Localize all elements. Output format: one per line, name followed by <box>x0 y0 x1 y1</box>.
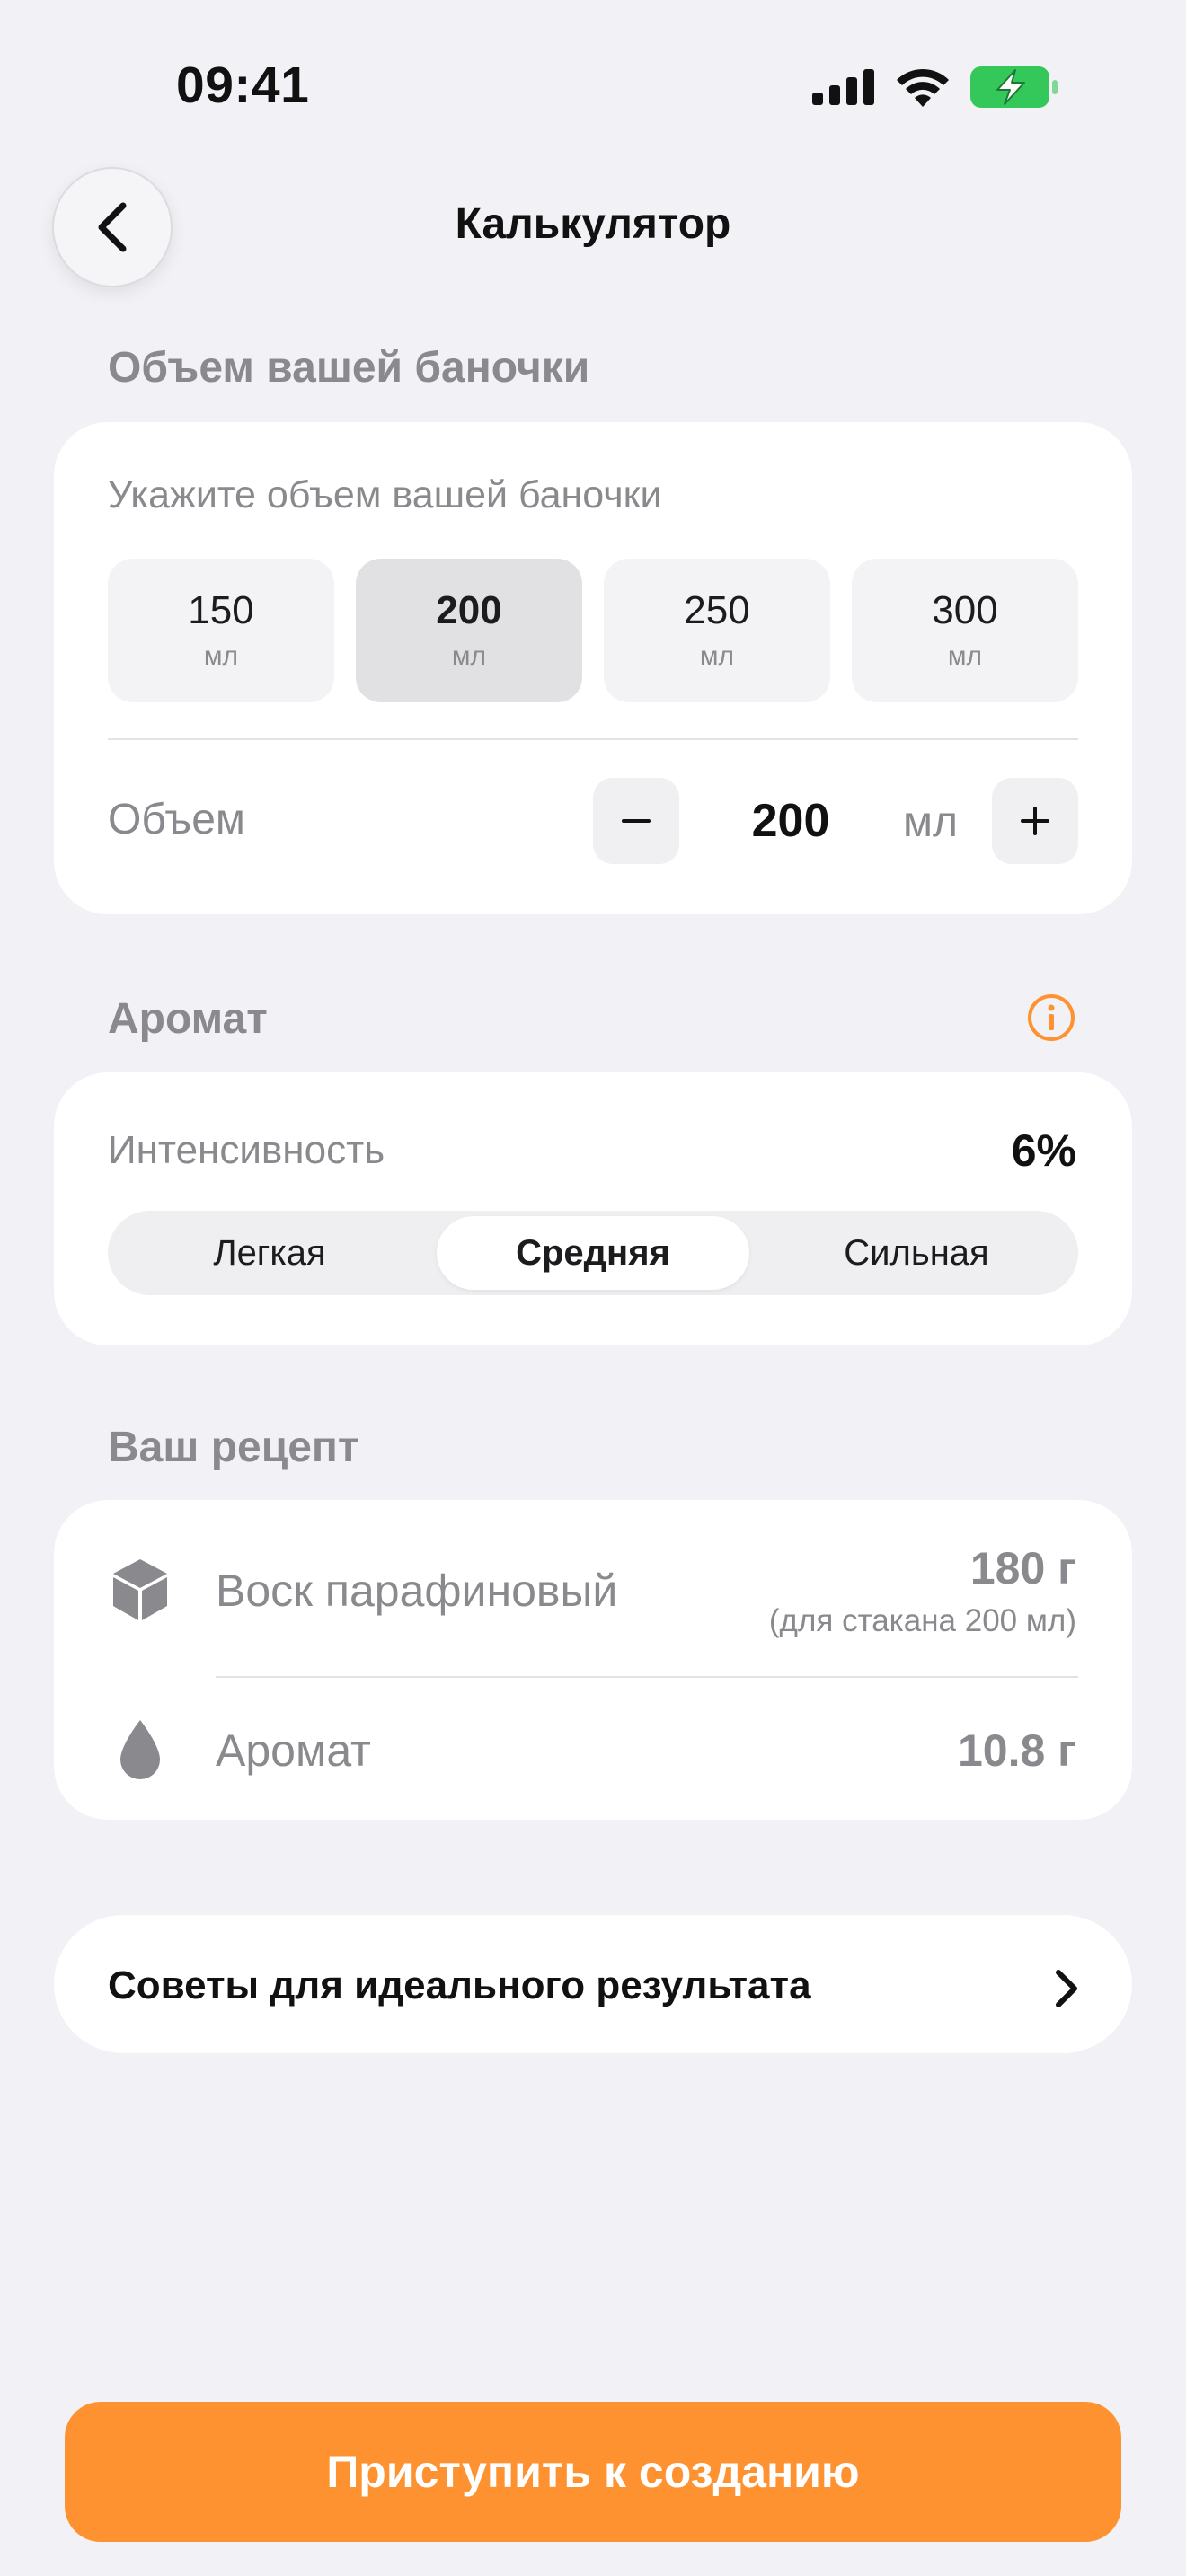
segment-light[interactable]: Легкая <box>113 1216 426 1290</box>
preset-unit: мл <box>699 641 735 672</box>
volume-value[interactable]: 200 <box>710 794 872 848</box>
recipe-item-value: 180 г <box>969 1543 1076 1593</box>
preset-200[interactable]: 200 мл <box>356 559 582 702</box>
preset-unit: мл <box>451 641 487 672</box>
aroma-card <box>54 1072 1132 1345</box>
recipe-item-note: (для стакана 200 мл) <box>768 1603 1076 1638</box>
preset-unit: мл <box>203 641 239 672</box>
aroma-section-title: Аромат <box>108 995 268 1043</box>
cube-icon <box>108 1557 173 1622</box>
volume-unit: мл <box>903 798 959 846</box>
divider <box>216 1676 1078 1678</box>
decrease-button[interactable] <box>593 778 679 864</box>
increase-button[interactable] <box>992 778 1078 864</box>
info-icon[interactable] <box>1026 992 1076 1043</box>
segment-medium[interactable]: Средняя <box>437 1216 749 1290</box>
status-icons <box>812 63 1064 111</box>
preset-150[interactable]: 150 мл <box>108 559 334 702</box>
page-title: Калькулятор <box>455 200 731 248</box>
preset-value: 150 <box>188 587 254 632</box>
minus-icon <box>622 819 651 823</box>
chevron-right-icon <box>1044 1963 1087 2014</box>
preset-unit: мл <box>947 641 983 672</box>
status-time: 09:41 <box>176 57 310 114</box>
divider <box>108 738 1078 740</box>
preset-value: 250 <box>684 587 750 632</box>
intensity-label: Интенсивность <box>108 1128 385 1172</box>
volume-section-title: Объем вашей баночки <box>108 344 590 392</box>
recipe-item-value: 10.8 г <box>957 1725 1076 1776</box>
recipe-section-title: Ваш рецепт <box>108 1424 359 1471</box>
volume-hint: Укажите объем вашей баночки <box>108 473 662 516</box>
battery-charging-icon <box>970 66 1058 108</box>
plus-icon <box>1021 807 1049 835</box>
preset-300[interactable]: 300 мл <box>852 559 1078 702</box>
recipe-item-name: Аромат <box>216 1725 371 1776</box>
cellular-signal-icon <box>812 69 874 105</box>
tips-label: Советы для идеального результата <box>108 1963 811 2007</box>
preset-value: 200 <box>436 587 502 632</box>
wifi-icon <box>897 68 949 107</box>
preset-250[interactable]: 250 мл <box>604 559 830 702</box>
drop-icon <box>108 1717 173 1782</box>
volume-label: Объем <box>108 796 245 843</box>
recipe-item-name: Воск парафиновый <box>216 1566 618 1616</box>
preset-value: 300 <box>932 587 998 632</box>
start-creating-button[interactable]: Приступить к созданию <box>65 2402 1121 2542</box>
intensity-value: 6% <box>1011 1125 1076 1176</box>
segment-strong[interactable]: Сильная <box>760 1216 1073 1290</box>
